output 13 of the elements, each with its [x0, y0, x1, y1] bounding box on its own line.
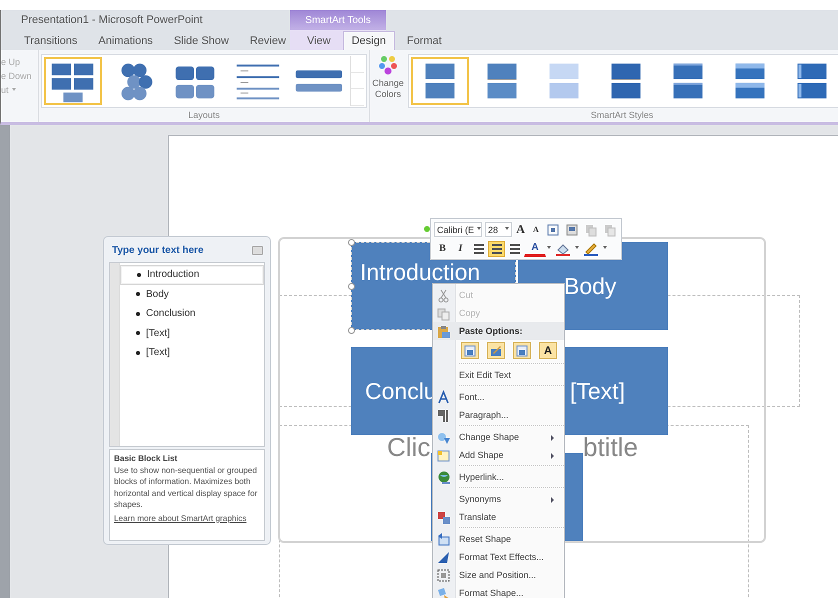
- group-label: SmartArt Styles: [590, 109, 654, 122]
- description-title: Basic Block List: [114, 453, 178, 464]
- block-text: [Text]: [570, 378, 625, 404]
- menu-section-header: Paste Options:: [433, 322, 564, 340]
- block-text: Body: [564, 272, 616, 300]
- description-text: Use to show non-sequential or grouped blocks of information. Maximizes both horizontal and vertical display space for shapes.: [114, 464, 258, 510]
- block-text: Introduction: [360, 262, 480, 282]
- subtitle-placeholder-text: btitle: [583, 432, 638, 463]
- contextual-tab-group: SmartArt Tools: [290, 10, 386, 30]
- window-title: Presentation1 - Microsoft PowerPoint: [21, 14, 203, 26]
- group-label: Layouts: [187, 109, 221, 122]
- pane-title: Type your text here: [112, 244, 204, 256]
- subtitle-placeholder-text: Clic: [387, 432, 430, 463]
